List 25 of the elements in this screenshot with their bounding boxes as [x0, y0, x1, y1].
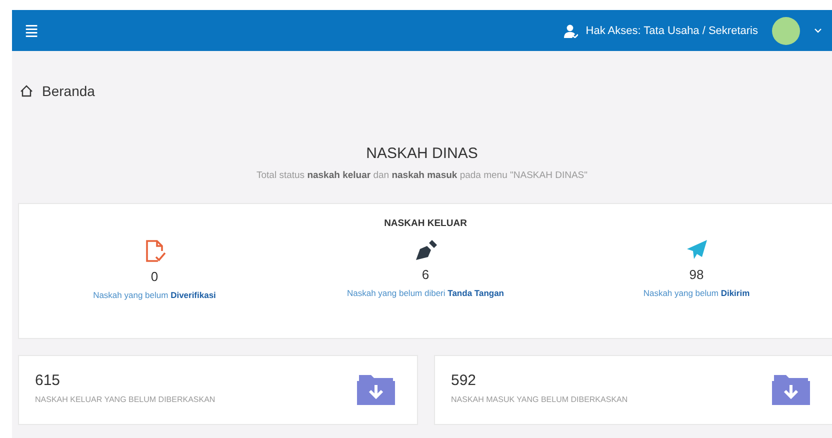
section-title: NASKAH DINAS: [365, 145, 479, 162]
caret-icon[interactable]: [814, 28, 822, 33]
home-icon: [20, 85, 33, 97]
stat-count: 6: [422, 267, 430, 282]
archive-label: NASKAH KELUAR YANG BELUM DIBERKASKAN: [35, 395, 216, 404]
stat-count: 0: [150, 269, 158, 284]
card-title: NASKAH KELUAR: [383, 218, 468, 229]
stat-label: Naskah yang belum Diverifikasi: [93, 290, 216, 300]
pen-nib-icon: [414, 239, 438, 261]
archive-count: 615: [35, 372, 62, 389]
menu-button[interactable]: ≣: [24, 20, 39, 42]
section-subtitle: Total status naskah keluar dan naskah masuk pada menu "NASKAH DINAS": [255, 170, 588, 181]
access-label: Hak Akses: Tata Usaha / Sekretaris: [586, 24, 758, 36]
document-check-icon: [144, 239, 166, 263]
user-icon: [564, 24, 578, 38]
folder-download-icon: [772, 373, 810, 405]
avatar[interactable]: [772, 16, 800, 44]
paper-plane-icon: [686, 239, 708, 261]
archive-label: NASKAH MASUK YANG BELUM DIBERKASKAN: [451, 395, 629, 404]
stat-count: 98: [689, 267, 704, 282]
stat-label: Naskah yang belum diberi Tanda Tangan: [347, 288, 504, 298]
stat-label: Naskah yang belum Dikirim: [643, 288, 750, 298]
folder-download-icon: [357, 373, 395, 405]
archive-count: 592: [451, 372, 478, 389]
breadcrumb-label: Beranda: [42, 83, 95, 99]
